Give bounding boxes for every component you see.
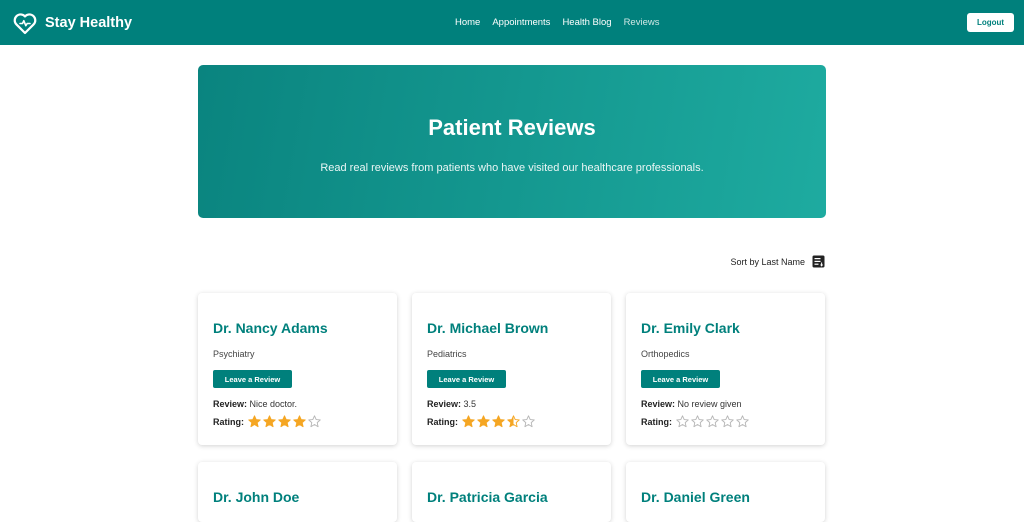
doctor-specialty: Orthopedics [641,349,690,359]
brand[interactable]: Stay Healthy [13,11,132,35]
leave-review-button[interactable]: Leave a Review [213,370,292,388]
rating-label: Rating: [213,416,244,427]
doctor-name: Dr. John Doe [213,489,300,505]
star-rating [462,415,537,428]
nav-link-appointments[interactable]: Appointments [492,17,550,28]
nav-link-reviews[interactable]: Reviews [624,17,660,28]
doctor-name: Dr. Michael Brown [427,320,549,336]
review-line: Review: No review given [641,399,742,409]
doctor-specialty: Pediatrics [427,349,467,359]
doctor-name: Dr. Nancy Adams [213,320,328,336]
star-empty-icon [736,415,749,428]
star-rating [676,415,751,428]
doctor-card: Dr. Emily Clark Orthopedics Leave a Revi… [626,293,825,445]
star-full-icon [293,415,306,428]
star-empty-icon [522,415,535,428]
leave-review-button[interactable]: Leave a Review [427,370,506,388]
leave-review-button[interactable]: Leave a Review [641,370,720,388]
review-label: Review: [641,399,676,409]
nav-link-health-blog[interactable]: Health Blog [562,17,611,28]
rating-line: Rating: [213,415,323,428]
sort-list-icon [812,255,825,268]
doctor-specialty: Psychiatry [213,349,255,359]
star-full-icon [492,415,505,428]
star-empty-icon [308,415,321,428]
doctor-name: Dr. Patricia Garcia [427,489,548,505]
review-line: Review: 3.5 [427,399,476,409]
star-empty-icon [676,415,689,428]
rating-label: Rating: [641,416,672,427]
doctor-card: Dr. Nancy Adams Psychiatry Leave a Revie… [198,293,397,445]
rating-line: Rating: [427,415,537,428]
star-empty-icon [706,415,719,428]
review-label: Review: [427,399,462,409]
rating-line: Rating: [641,415,751,428]
doctor-card: Dr. John Doe [198,462,397,522]
sort-button[interactable]: Sort by Last Name [730,255,825,268]
star-half-icon [507,415,520,428]
heart-logo-icon [13,13,37,35]
star-full-icon [278,415,291,428]
doctor-name: Dr. Daniel Green [641,489,750,505]
review-text: 3.5 [463,399,477,409]
star-rating [248,415,323,428]
review-label: Review: [213,399,248,409]
doctor-card: Dr. Daniel Green [626,462,825,522]
hero-banner: Patient Reviews Read real reviews from p… [198,65,826,218]
review-text: No review given [677,399,742,409]
nav-link-home[interactable]: Home [455,17,480,28]
brand-name: Stay Healthy [45,15,133,31]
review-text: Nice doctor. [249,399,298,409]
page-subtitle: Read real reviews from patients who have… [320,162,704,174]
star-full-icon [248,415,261,428]
doctor-card: Dr. Michael Brown Pediatrics Leave a Rev… [412,293,611,445]
star-empty-icon [721,415,734,428]
rating-label: Rating: [427,416,458,427]
sort-label: Sort by Last Name [730,256,805,267]
nav-links: Home Appointments Health Blog Reviews [455,0,671,45]
doctor-name: Dr. Emily Clark [641,320,740,336]
navbar: Stay Healthy Home Appointments Health Bl… [0,0,1024,45]
logout-button[interactable]: Logout [967,13,1014,32]
review-line: Review: Nice doctor. [213,399,297,409]
star-full-icon [263,415,276,428]
page-title: Patient Reviews [428,115,596,140]
star-full-icon [462,415,475,428]
doctor-card: Dr. Patricia Garcia [412,462,611,522]
star-empty-icon [691,415,704,428]
star-full-icon [477,415,490,428]
